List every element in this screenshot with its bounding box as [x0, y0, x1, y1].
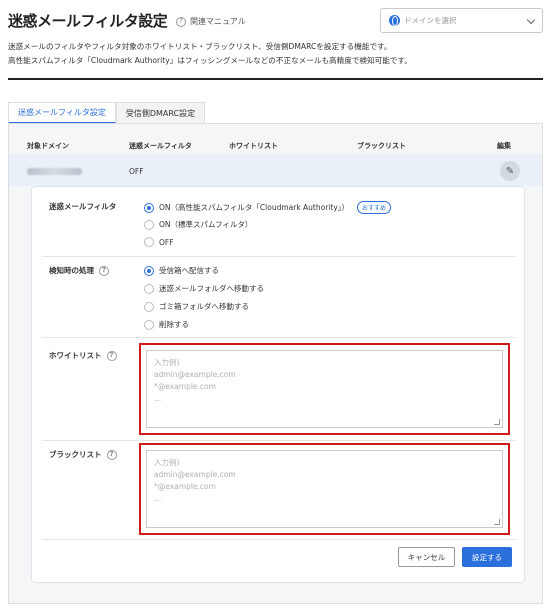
- tab-dmarc[interactable]: 受信側DMARC設定: [115, 102, 206, 124]
- action-option-inbox[interactable]: 受信箱へ配信する: [144, 265, 219, 276]
- filter-option-cloudmark[interactable]: ON（高性能スパムフィルタ「Cloudmark Authority」） おすすめ: [144, 201, 392, 214]
- chevron-down-icon: [526, 15, 536, 25]
- description-line-1: 迷惑メールのフィルタやフィルタ対象のホワイトリスト・ブラックリスト、受信側DMA…: [8, 42, 392, 51]
- tab-spam-filter[interactable]: 迷惑メールフィルタ設定: [8, 102, 116, 124]
- help-icon[interactable]: ?: [106, 350, 117, 361]
- blurred-domain: [27, 168, 82, 175]
- whitelist-highlight: 入力例) admin@example.com *@example.com ...: [139, 343, 510, 435]
- radio-unchecked[interactable]: [144, 237, 154, 247]
- recommended-badge: おすすめ: [357, 201, 392, 214]
- action-label-text: 検知時の処理: [49, 266, 94, 275]
- settings-panel: 対象ドメイン 迷惑メールフィルタ ホワイトリスト ブラックリスト 編集 OFF …: [8, 123, 543, 604]
- radio-unchecked[interactable]: [144, 319, 154, 330]
- action-option-label: ゴミ箱フォルダへ移動する: [159, 302, 249, 311]
- filter-label: 迷惑メールフィルタ: [49, 202, 117, 211]
- header-filter: 迷惑メールフィルタ: [129, 142, 192, 150]
- page-title: 迷惑メールフィルタ設定: [8, 12, 168, 30]
- whitelist-textarea[interactable]: 入力例) admin@example.com *@example.com ...: [146, 350, 503, 428]
- header-domain: 対象ドメイン: [27, 142, 69, 150]
- header-divider: [8, 78, 543, 80]
- blacklist-highlight: 入力例) admin@example.com *@example.com ...: [139, 443, 510, 535]
- divider: [42, 539, 516, 540]
- action-option-trash[interactable]: ゴミ箱フォルダへ移動する: [144, 301, 249, 312]
- save-button[interactable]: 設定する: [462, 547, 512, 567]
- globe-icon: [389, 15, 400, 26]
- filter-option-label: ON（高性能スパムフィルタ「Cloudmark Authority」）: [159, 203, 350, 212]
- header-whitelist: ホワイトリスト: [229, 142, 278, 150]
- domain-select[interactable]: ドメインを選択: [380, 8, 543, 33]
- whitelist-label-text: ホワイトリスト: [49, 351, 102, 360]
- tab-bar: 迷惑メールフィルタ設定 受信側DMARC設定: [8, 102, 206, 124]
- action-option-label: 削除する: [159, 320, 189, 329]
- radio-checked[interactable]: [144, 265, 154, 276]
- radio-unchecked[interactable]: [144, 219, 154, 230]
- pencil-icon: ✎: [505, 165, 515, 177]
- action-label: 検知時の処理 ?: [49, 265, 109, 276]
- help-icon[interactable]: ?: [106, 449, 117, 460]
- action-option-spam-folder[interactable]: 迷惑メールフォルダへ移動する: [144, 283, 264, 294]
- help-icon: ?: [176, 16, 186, 27]
- whitelist-label: ホワイトリスト ?: [49, 350, 117, 361]
- cancel-button[interactable]: キャンセル: [398, 547, 455, 567]
- divider: [42, 337, 516, 338]
- help-icon[interactable]: ?: [99, 265, 109, 276]
- blacklist-textarea[interactable]: 入力例) admin@example.com *@example.com ...: [146, 450, 503, 528]
- edit-button[interactable]: ✎: [500, 161, 520, 181]
- blacklist-label-text: ブラックリスト: [49, 450, 102, 459]
- radio-unchecked[interactable]: [144, 283, 154, 294]
- table-row: OFF ✎: [9, 154, 542, 186]
- manual-link[interactable]: ? 関連マニュアル: [176, 16, 246, 27]
- divider: [42, 440, 516, 441]
- divider: [42, 256, 516, 257]
- filter-option-label: OFF: [159, 237, 174, 247]
- blacklist-label: ブラックリスト ?: [49, 449, 117, 460]
- page-description: 迷惑メールのフィルタやフィルタ対象のホワイトリスト・ブラックリスト、受信側DMA…: [8, 40, 412, 68]
- row-filter-status: OFF: [129, 167, 144, 176]
- edit-form: 迷惑メールフィルタ ON（高性能スパムフィルタ「Cloudmark Author…: [31, 186, 525, 583]
- action-option-label: 受信箱へ配信する: [159, 266, 219, 275]
- radio-checked[interactable]: [144, 202, 154, 213]
- filter-option-label: ON（標準スパムフィルタ）: [159, 220, 253, 229]
- manual-link-label: 関連マニュアル: [190, 17, 246, 26]
- action-option-label: 迷惑メールフォルダへ移動する: [159, 284, 264, 293]
- header-blacklist: ブラックリスト: [357, 142, 406, 150]
- filter-option-standard[interactable]: ON（標準スパムフィルタ）: [144, 219, 252, 230]
- header-edit: 編集: [497, 142, 511, 150]
- domain-select-placeholder: ドメインを選択: [404, 16, 457, 25]
- radio-unchecked[interactable]: [144, 301, 154, 312]
- filter-option-off[interactable]: OFF: [144, 237, 174, 247]
- action-option-delete[interactable]: 削除する: [144, 319, 189, 330]
- description-line-2: 高性能スパムフィルタ「Cloudmark Authority」はフィッシングメー…: [8, 56, 412, 65]
